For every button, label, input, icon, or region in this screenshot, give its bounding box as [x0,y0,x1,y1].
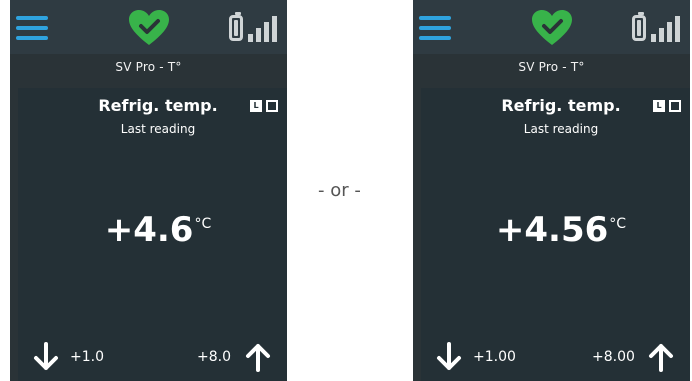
menu-icon[interactable] [419,16,451,42]
top-bar [413,0,690,54]
lh-toggle-label: L [250,100,262,112]
arrow-up-icon [649,344,673,372]
battery-icon [229,12,243,41]
low-limit: +1.0 [70,349,104,365]
heart-check-icon[interactable] [128,9,170,47]
measurement-title: Refrig. temp. [501,96,621,115]
temperature-reading: +4.6°C [58,210,258,250]
lh-toggle[interactable]: L [250,100,282,112]
separator-text: - or - [318,180,361,201]
device-screen-left: SV Pro - T° Refrig. temp. Last reading L… [10,0,287,381]
reading-value: +4.6 [104,210,194,250]
battery-icon [632,12,646,41]
high-limit: +8.0 [197,349,231,365]
measurement-card: Refrig. temp. Last reading L +4.6°C +1.0… [18,88,287,381]
measurement-card: Refrig. temp. Last reading L +4.56°C +1.… [421,88,690,381]
lh-toggle-label: L [653,100,665,112]
arrow-up-icon [246,344,270,372]
low-limit: +1.00 [473,349,516,365]
device-screen-right: SV Pro - T° Refrig. temp. Last reading L… [413,0,690,381]
top-bar [10,0,287,54]
signal-icon [248,16,286,42]
device-name: SV Pro - T° [518,60,585,74]
lh-toggle[interactable]: L [653,100,685,112]
lh-toggle-empty-box [266,100,278,112]
menu-icon[interactable] [16,16,48,42]
high-limit: +8.00 [592,349,635,365]
reading-value: +4.56 [495,210,609,250]
measurement-subtitle: Last reading [523,122,599,136]
reading-unit: °C [194,216,212,232]
lh-toggle-empty-box [669,100,681,112]
reading-unit: °C [609,216,627,232]
device-name: SV Pro - T° [115,60,182,74]
arrow-down-icon [34,342,58,370]
signal-icon [651,16,689,42]
temperature-reading: +4.56°C [461,210,661,250]
measurement-subtitle: Last reading [120,122,196,136]
measurement-title: Refrig. temp. [98,96,218,115]
heart-check-icon[interactable] [531,9,573,47]
arrow-down-icon [437,342,461,370]
